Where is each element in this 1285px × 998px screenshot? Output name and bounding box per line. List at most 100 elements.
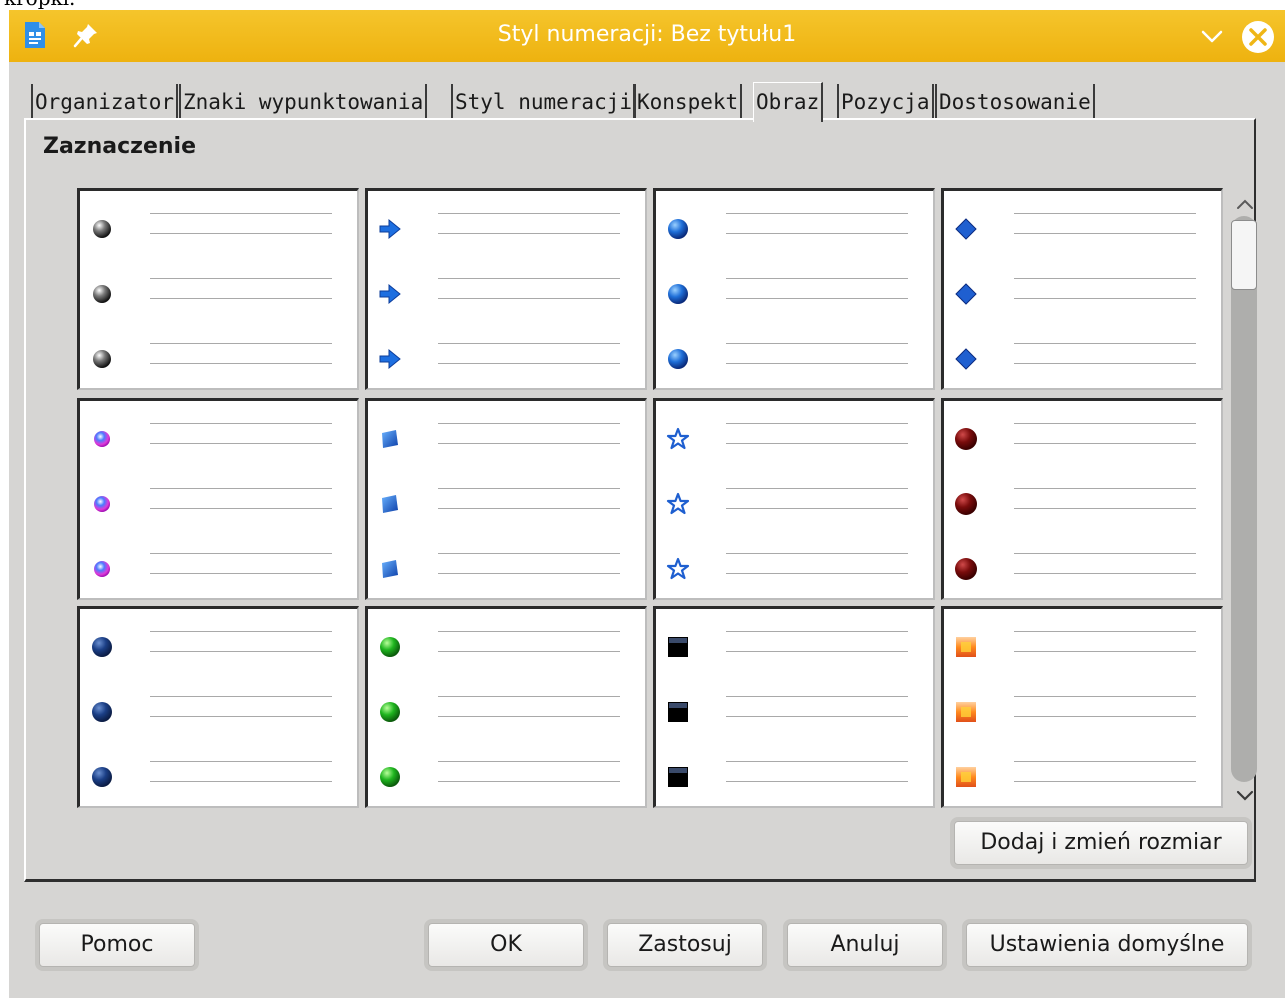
gray-ball-bullet-icon [93, 220, 111, 238]
title-bar[interactable]: Styl numeracji: Bez tytułu1 [9, 10, 1285, 62]
preview-text-line [726, 651, 908, 652]
reset-defaults-button[interactable]: Ustawienia domyślne [966, 923, 1248, 967]
preview-text-line [1014, 213, 1196, 214]
bullet-option-blue-diamond[interactable] [941, 188, 1223, 390]
bullet-preview-row [656, 488, 933, 518]
preview-text-line [726, 298, 908, 299]
bullet-option-navy-ball[interactable] [77, 606, 359, 808]
bullet-preview-row [944, 423, 1221, 453]
preview-text-line [1014, 423, 1196, 424]
selection-section-label: Zaznaczenie [43, 134, 197, 159]
preview-text-line [438, 716, 620, 717]
bullet-preview-row [656, 631, 933, 661]
green-ball-bullet-icon [380, 702, 400, 722]
chevron-down-icon[interactable] [1200, 24, 1224, 48]
green-ball-bullet-icon [380, 767, 400, 787]
tab-dostosowanie[interactable]: Dostosowanie [935, 84, 1095, 118]
bullet-preview-row [368, 696, 645, 726]
bullet-option-blue-sphere[interactable] [653, 188, 935, 390]
tab-organizator[interactable]: Organizator [31, 84, 179, 118]
preview-text-line [1014, 278, 1196, 279]
preview-text-line [726, 343, 908, 344]
bullet-preview-row [368, 343, 645, 373]
tab-konspekt[interactable]: Konspekt [633, 84, 743, 118]
rainbow-ball-bullet-icon [94, 561, 110, 577]
preview-text-line [150, 423, 332, 424]
numbering-style-dialog: Styl numeracji: Bez tytułu1 Organizator … [9, 10, 1285, 998]
blue-sphere-bullet-icon [668, 349, 688, 369]
preview-text-line [1014, 233, 1196, 234]
tab-obraz[interactable]: Obraz [753, 82, 824, 122]
preview-text-line [438, 508, 620, 509]
bullet-option-rainbow-ball[interactable] [77, 398, 359, 600]
preview-text-line [726, 443, 908, 444]
bullet-option-green-ball[interactable] [365, 606, 647, 808]
blue-arrow-bullet-icon [379, 218, 401, 240]
blue-diamond-bullet-icon [955, 283, 977, 305]
blue-star-bullet-icon [666, 427, 690, 450]
preview-text-line [150, 233, 332, 234]
preview-text-line [150, 443, 332, 444]
grid-scrollbar[interactable] [1227, 188, 1263, 810]
orange-square-bullet-icon [956, 702, 976, 722]
bullet-preview-row [368, 553, 645, 583]
bullet-option-blue-square[interactable] [365, 398, 647, 600]
preview-text-line [726, 278, 908, 279]
bullet-option-blue-arrow[interactable] [365, 188, 647, 390]
orange-square-bullet-icon [956, 767, 976, 787]
preview-text-line [150, 761, 332, 762]
black-square-bullet-icon [668, 767, 688, 787]
bullet-option-black-square[interactable] [653, 606, 935, 808]
preview-text-line [1014, 553, 1196, 554]
preview-text-line [1014, 508, 1196, 509]
scrollbar-track[interactable] [1231, 216, 1257, 782]
preview-text-line [150, 573, 332, 574]
preview-text-line [150, 696, 332, 697]
tab-pozycja[interactable]: Pozycja [837, 84, 934, 118]
blue-sphere-bullet-icon [668, 284, 688, 304]
ok-label: OK [490, 932, 522, 957]
scrollbar-thumb[interactable] [1231, 220, 1257, 290]
help-button[interactable]: Pomoc [39, 923, 195, 967]
bullet-option-orange-square[interactable] [941, 606, 1223, 808]
preview-text-line [438, 213, 620, 214]
apply-label: Zastosuj [638, 932, 732, 957]
bullet-preview-row [80, 631, 357, 661]
bullet-preview-row [944, 343, 1221, 373]
bullet-option-blue-star[interactable] [653, 398, 935, 600]
preview-text-line [438, 573, 620, 574]
preview-text-line [438, 278, 620, 279]
bullet-preview-row [656, 696, 933, 726]
chevron-down-icon[interactable] [1233, 786, 1257, 806]
close-icon[interactable] [1241, 20, 1275, 54]
bullet-option-dark-red-ball[interactable] [941, 398, 1223, 600]
preview-text-line [726, 761, 908, 762]
chevron-up-icon[interactable] [1233, 194, 1257, 214]
apply-button[interactable]: Zastosuj [607, 923, 763, 967]
preview-text-line [726, 573, 908, 574]
bullet-preview-row [80, 343, 357, 373]
tab-styl-numeracji[interactable]: Styl numeracji [451, 84, 637, 118]
ok-button[interactable]: OK [428, 923, 584, 967]
preview-text-line [150, 651, 332, 652]
bullet-preview-row [656, 213, 933, 243]
bullet-image-grid [77, 188, 1227, 810]
bullet-preview-row [80, 553, 357, 583]
bullet-option-gray-ball[interactable] [77, 188, 359, 390]
bullet-preview-row [944, 488, 1221, 518]
reset-defaults-label: Ustawienia domyślne [989, 932, 1225, 957]
preview-text-line [438, 488, 620, 489]
black-square-bullet-icon [668, 702, 688, 722]
tab-znaki-wypunktowania[interactable]: Znaki wypunktowania [179, 84, 428, 118]
add-and-resize-button[interactable]: Dodaj i zmień rozmiar [954, 821, 1248, 865]
preview-text-line [438, 781, 620, 782]
cancel-button[interactable]: Anuluj [787, 923, 943, 967]
gray-ball-bullet-icon [93, 285, 111, 303]
preview-text-line [150, 298, 332, 299]
preview-text-line [726, 488, 908, 489]
preview-text-line [726, 363, 908, 364]
preview-text-line [438, 298, 620, 299]
preview-text-line [1014, 716, 1196, 717]
preview-text-line [726, 423, 908, 424]
gray-ball-bullet-icon [93, 350, 111, 368]
